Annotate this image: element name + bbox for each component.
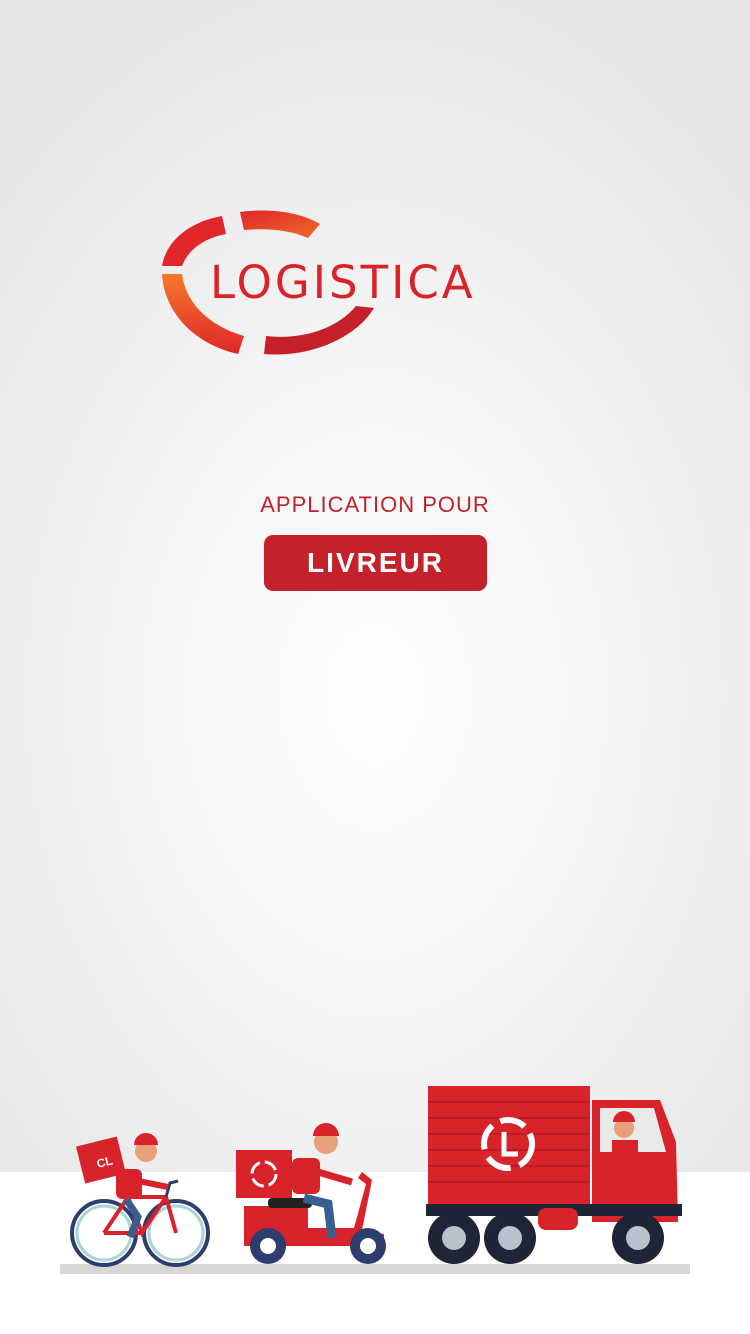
bicycle-courier-illustration: CL (70, 1133, 210, 1267)
logistica-logo: LOGISTICA (160, 208, 592, 360)
logo-wordmark: LOGISTICA (210, 256, 476, 309)
scooter-courier-illustration (236, 1123, 386, 1264)
app-subtitle: APPLICATION POUR (260, 492, 490, 517)
livreur-button[interactable]: LIVREUR (264, 535, 487, 591)
delivery-truck-illustration (426, 1086, 682, 1264)
